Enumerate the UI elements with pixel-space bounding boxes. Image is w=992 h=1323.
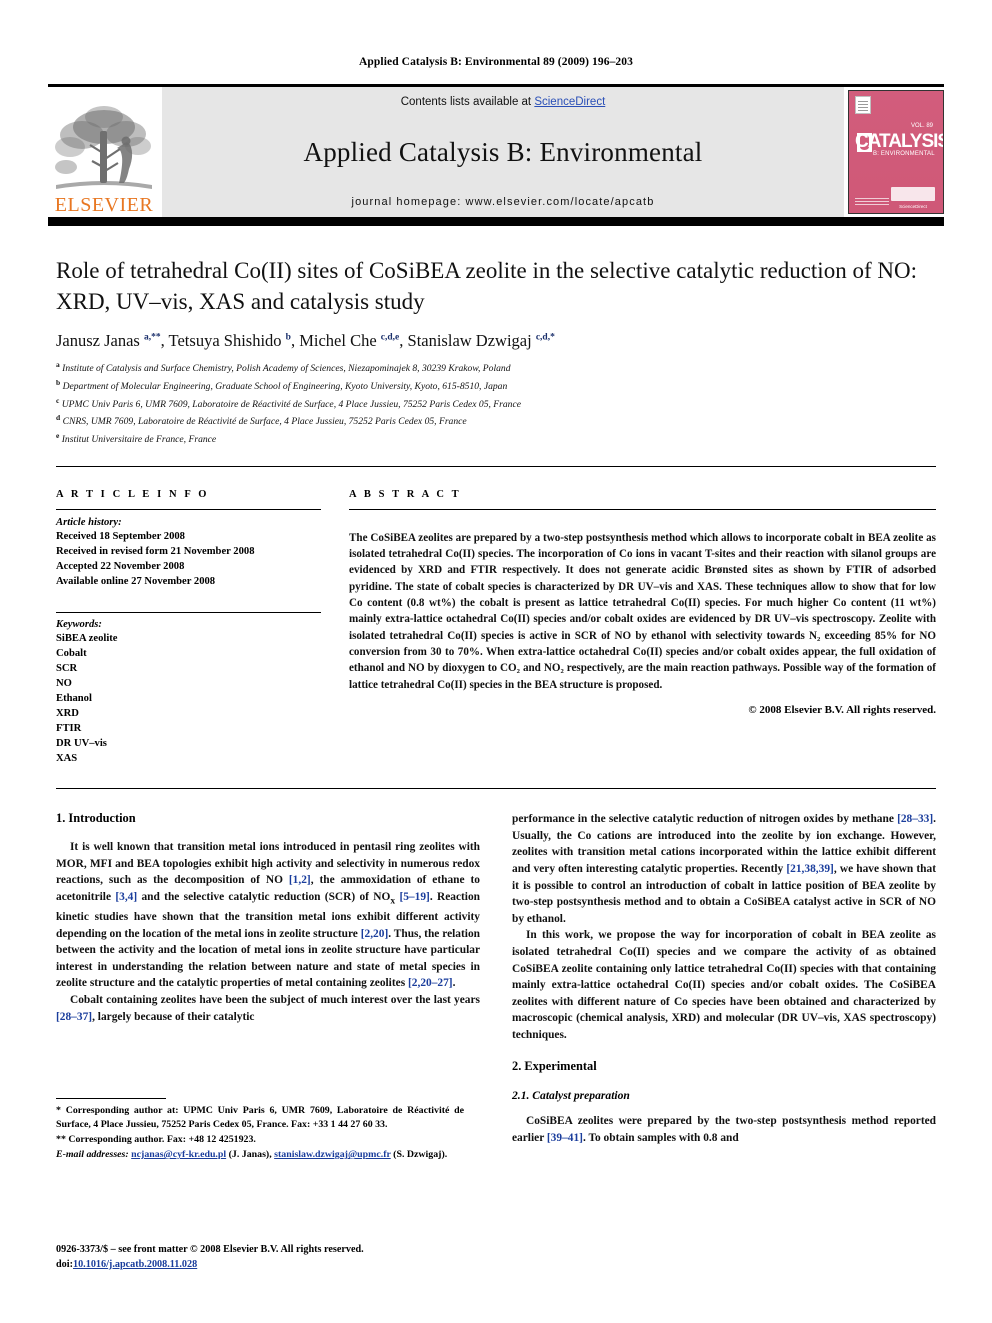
- intro-paragraph-4: In this work, we propose the way for inc…: [512, 929, 936, 1041]
- page-title: Role of tetrahedral Co(II) sites of CoSi…: [56, 258, 917, 314]
- elsevier-wordmark: ELSEVIER: [54, 194, 154, 216]
- keyword-item: Cobalt: [56, 647, 87, 659]
- article-history-item: Received 18 September 2008: [56, 530, 185, 542]
- email-link-dzwigaj[interactable]: stanislaw.dzwigaj@upmc.fr: [274, 1149, 391, 1160]
- author-list: Janusz Janas a,**, Tetsuya Shishido b, M…: [56, 331, 555, 351]
- doi-link[interactable]: 10.1016/j.apcatb.2008.11.028: [73, 1259, 197, 1270]
- body-right-column: performance in the selective catalytic r…: [512, 811, 936, 1147]
- doi-label: doi:: [56, 1258, 73, 1270]
- citation-ref[interactable]: [28–37]: [56, 1011, 92, 1023]
- keywords-rule: [56, 611, 321, 613]
- issn-line: 0926-3373/$ – see front matter © 2008 El…: [56, 1244, 364, 1255]
- body-left-column: 1. Introduction It is well known that tr…: [56, 811, 480, 1147]
- cover-sciencedirect-logo: [891, 187, 935, 201]
- affiliation-list: a Institute of Catalysis and Surface Che…: [56, 359, 936, 448]
- journal-cover-thumbnail: VOL. 89 CATALYSIS B: ENVIRONMENTAL Scien…: [848, 90, 944, 214]
- keyword-item: FTIR: [56, 723, 82, 735]
- article-history-item: Available online 27 November 2008: [56, 575, 216, 587]
- citation-ref[interactable]: [5–19]: [399, 891, 429, 903]
- info-abstract-row: A R T I C L E I N F O Article history: R…: [56, 489, 936, 766]
- experimental-paragraph-1: CoSiBEA zeolites were prepared by the tw…: [512, 1115, 936, 1145]
- heading-introduction: 1. Introduction: [56, 811, 136, 826]
- keywords-list: SiBEA zeolite Cobalt SCR NO Ethanol XRD FTIR DR…: [56, 631, 321, 766]
- keyword-item: NO: [56, 677, 72, 689]
- journal-band: Contents lists available at ScienceDirec…: [162, 87, 844, 217]
- intro-paragraph-2: Cobalt containing zeolites have been the…: [56, 994, 480, 1023]
- cover-volume: VOL. 89: [910, 123, 933, 129]
- issn-doi-block: 0926-3373/$ – see front matter © 2008 El…: [56, 1243, 476, 1273]
- heading-experimental: 2. Experimental: [512, 1059, 597, 1074]
- article-history-item: Accepted 22 November 2008: [56, 560, 185, 572]
- heading-catalyst-preparation: 2.1. Catalyst preparation: [512, 1089, 630, 1103]
- sciencedirect-link[interactable]: ScienceDirect: [534, 96, 605, 108]
- intro-paragraph-3: performance in the selective catalytic r…: [512, 813, 936, 925]
- footnote-corresponding-1: * Corresponding author at: UPMC Univ Par…: [56, 1105, 464, 1131]
- elsevier-logo: ELSEVIER: [48, 87, 160, 217]
- article-info-heading: A R T I C L E I N F O: [56, 488, 210, 500]
- keywords-block: Keywords: SiBEA zeolite Cobalt SCR NO Ethano…: [56, 605, 321, 766]
- article-history-lines: Received 18 September 2008 Received in re…: [56, 529, 321, 589]
- keyword-item: XRD: [56, 708, 79, 720]
- cover-subtitle: B: ENVIRONMENTAL: [873, 151, 935, 157]
- body-divider: [56, 788, 936, 790]
- citation-ref[interactable]: [39–41]: [547, 1132, 583, 1144]
- footnotes-block: * Corresponding author at: UPMC Univ Par…: [56, 1098, 464, 1163]
- journal-masthead: ELSEVIER Contents lists available at Sci…: [48, 84, 944, 220]
- journal-title: Applied Catalysis B: Environmental: [303, 136, 703, 167]
- copyright-line: © 2008 Elsevier B.V. All rights reserved…: [748, 703, 936, 716]
- abstract-rule: [349, 508, 936, 510]
- body-columns: 1. Introduction It is well known that tr…: [56, 811, 936, 1147]
- section-divider-top: [56, 465, 936, 467]
- article-history-item: Received in revised form 21 November 200…: [56, 545, 255, 557]
- affiliation-line: c UPMC Univ Paris 6, UMR 7609, Laboratoi…: [56, 395, 521, 410]
- article-info-column: A R T I C L E I N F O Article history: R…: [56, 489, 321, 766]
- cover-sciencedirect-text: ScienceDirect: [899, 204, 927, 209]
- paper-page: Applied Catalysis B: Environmental 89 (2…: [0, 0, 992, 1323]
- abstract-text: The CoSiBEA zeolites are prepared by a t…: [349, 531, 936, 691]
- abstract-column: A B S T R A C T The CoSiBEA zeolites are…: [349, 489, 936, 766]
- article-history-title: Article history:: [56, 516, 122, 528]
- citation-ref[interactable]: [1,2]: [289, 874, 311, 886]
- cover-barcode-icon: [855, 197, 889, 205]
- journal-homepage[interactable]: journal homepage: www.elsevier.com/locat…: [352, 196, 655, 208]
- keywords-title: Keywords:: [56, 618, 102, 630]
- affiliation-line: d CNRS, UMR 7609, Laboratoire de Réactiv…: [56, 413, 467, 428]
- intro-paragraph-1: It is well known that transition metal i…: [56, 841, 481, 990]
- citation-ref[interactable]: [3,4]: [115, 891, 137, 903]
- cover-title: CATALYSIS: [855, 131, 944, 152]
- running-head: Applied Catalysis B: Environmental 89 (2…: [359, 56, 633, 68]
- citation-ref[interactable]: [2,20–27]: [408, 977, 453, 989]
- citation-ref[interactable]: [21,38,39]: [786, 863, 833, 875]
- footnote-emails: E-mail addresses: ncjanas@cyf-kr.edu.pl …: [56, 1149, 448, 1161]
- cover-elsevier-mark-icon: [855, 96, 871, 114]
- contents-prefix: Contents lists available at: [400, 96, 535, 108]
- keyword-item: SCR: [56, 662, 78, 674]
- elsevier-tree-icon: [55, 106, 152, 189]
- contents-line: Contents lists available at ScienceDirec…: [401, 96, 606, 108]
- keyword-item: XAS: [56, 753, 78, 765]
- article-history-block: Article history: Received 18 September 2…: [56, 510, 321, 589]
- doi-line: doi:10.1016/j.apcatb.2008.11.028: [56, 1258, 476, 1273]
- title-block: Role of tetrahedral Co(II) sites of CoSi…: [56, 256, 936, 448]
- email-link-janas[interactable]: ncjanas@cyf-kr.edu.pl: [131, 1149, 226, 1160]
- keyword-item: DR UV–vis: [56, 738, 107, 750]
- abstract-heading: A B S T R A C T: [349, 488, 462, 500]
- affiliation-line: b Department of Molecular Engineering, G…: [56, 377, 508, 393]
- keyword-item: SiBEA zeolite: [56, 632, 118, 644]
- masthead-bottom-rule: [48, 220, 944, 226]
- affiliation-line: e Institut Universitaire de France, Fran…: [56, 431, 217, 446]
- affiliation-line: a Institute of Catalysis and Surface Che…: [56, 360, 511, 375]
- keyword-item: Ethanol: [56, 693, 92, 704]
- citation-ref[interactable]: [2,20]: [361, 928, 389, 940]
- footnote-rule: [56, 1098, 166, 1099]
- citation-ref[interactable]: [28–33]: [897, 813, 933, 825]
- footnote-corresponding-2: ** Corresponding author. Fax: +48 12 425…: [56, 1134, 256, 1146]
